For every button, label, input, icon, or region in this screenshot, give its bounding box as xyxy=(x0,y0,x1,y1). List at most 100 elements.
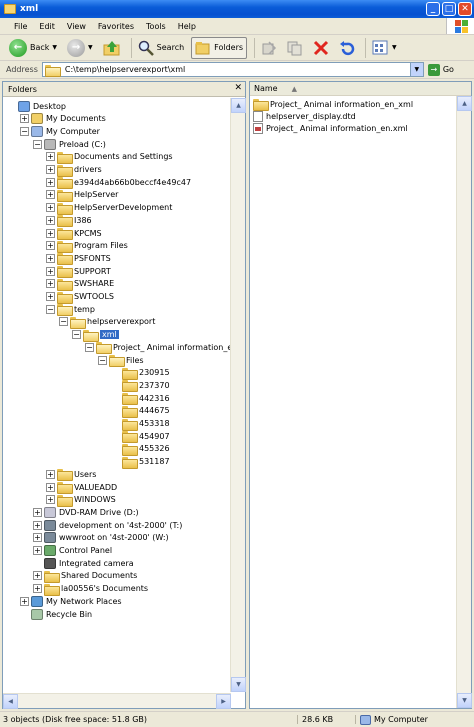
collapse-icon[interactable]: − xyxy=(59,317,68,327)
tree-item[interactable]: + wwwroot on '4st-2000' (W:) xyxy=(33,532,169,544)
minimize-button[interactable]: _ xyxy=(426,2,440,16)
tree-item[interactable]: + My Documents xyxy=(20,113,106,125)
expand-icon[interactable]: + xyxy=(33,571,42,581)
collapse-icon[interactable]: − xyxy=(33,139,42,149)
tree-item[interactable]: 442316 xyxy=(111,392,170,406)
expand-icon[interactable]: + xyxy=(20,114,29,124)
tree-item[interactable]: + DVD-RAM Drive (D:) xyxy=(33,506,139,518)
chevron-down-icon[interactable]: ▼ xyxy=(52,44,57,51)
tree-item[interactable]: + Control Panel xyxy=(33,545,112,557)
file-list-item[interactable]: Project_ Animal information_en_xml xyxy=(253,98,413,111)
expand-icon[interactable]: + xyxy=(33,533,42,543)
expand-icon[interactable]: + xyxy=(46,190,55,200)
tree-item[interactable]: + HelpServerDevelopment xyxy=(46,202,172,215)
move-to-button[interactable] xyxy=(258,37,280,59)
expand-icon[interactable]: + xyxy=(46,152,55,162)
collapse-icon[interactable]: − xyxy=(46,304,55,314)
expand-icon[interactable]: + xyxy=(46,469,55,479)
tree-item[interactable]: + HelpServer xyxy=(46,189,118,202)
tree-item[interactable]: 454907 xyxy=(111,430,170,444)
menu-edit[interactable]: Edit xyxy=(33,22,61,31)
forward-button[interactable]: → ▼ xyxy=(64,37,96,59)
tree-item[interactable]: + la00556's Documents xyxy=(33,583,148,596)
tree-item[interactable]: Desktop xyxy=(7,100,66,112)
tree-horizontal-scrollbar[interactable]: ◀ ▶ xyxy=(3,693,231,709)
address-field[interactable]: C:\temp\helpserverexport\xml ▼ xyxy=(41,62,424,77)
expand-icon[interactable]: + xyxy=(33,520,42,530)
folders-button[interactable]: Folders xyxy=(191,36,248,59)
tree-item[interactable]: Recycle Bin xyxy=(20,608,92,620)
menu-file[interactable]: File xyxy=(8,22,33,31)
chevron-down-icon[interactable]: ▼ xyxy=(88,44,93,51)
tree-item[interactable]: + Shared Documents xyxy=(33,570,137,583)
tree-item[interactable]: 237370 xyxy=(111,379,170,393)
tree-item[interactable]: + SUPPORT xyxy=(46,265,111,279)
expand-icon[interactable]: + xyxy=(46,279,55,289)
expand-icon[interactable]: + xyxy=(20,596,29,606)
expand-icon[interactable]: + xyxy=(33,546,42,555)
tree-item[interactable]: − temp xyxy=(46,303,95,317)
tree-item[interactable]: + Users xyxy=(46,468,96,482)
close-button[interactable]: ✕ xyxy=(458,2,472,16)
scroll-down-icon[interactable]: ▼ xyxy=(457,693,472,708)
go-button[interactable]: → Go xyxy=(427,63,454,76)
menu-help[interactable]: Help xyxy=(172,22,202,31)
copy-to-button[interactable] xyxy=(284,37,306,59)
tree-item[interactable]: − Files xyxy=(98,354,144,367)
scroll-right-icon[interactable]: ▶ xyxy=(216,694,231,709)
expand-icon[interactable]: + xyxy=(46,482,55,492)
delete-button[interactable] xyxy=(310,37,332,59)
expand-icon[interactable]: + xyxy=(46,203,55,213)
tree-item[interactable]: 230915 xyxy=(111,367,170,380)
back-button[interactable]: ← Back ▼ xyxy=(6,37,60,59)
tree-item[interactable]: − My Computer xyxy=(20,125,100,137)
menu-view[interactable]: View xyxy=(61,22,92,31)
tree-item[interactable]: 444675 xyxy=(111,405,170,418)
views-button[interactable]: ▼ xyxy=(369,37,400,59)
expand-icon[interactable]: + xyxy=(46,228,55,238)
tree-item[interactable]: Integrated camera xyxy=(33,557,134,569)
expand-icon[interactable]: + xyxy=(33,584,42,594)
chevron-down-icon[interactable]: ▼ xyxy=(392,44,397,51)
collapse-icon[interactable]: − xyxy=(20,126,29,136)
undo-button[interactable] xyxy=(336,37,358,59)
tree-item[interactable]: + My Network Places xyxy=(20,595,122,607)
tree-item[interactable]: 453318 xyxy=(111,418,170,431)
file-list-item[interactable]: Project_ Animal information_en.xml xyxy=(253,122,408,134)
collapse-icon[interactable]: − xyxy=(98,355,107,365)
tree-item[interactable]: − Preload (C:) xyxy=(33,138,106,150)
scroll-down-icon[interactable]: ▼ xyxy=(231,677,246,692)
tree-item[interactable]: 531187 xyxy=(111,456,170,469)
tree-item[interactable]: 455326 xyxy=(111,443,170,456)
scroll-up-icon[interactable]: ▲ xyxy=(231,98,246,113)
tree-item[interactable]: + KPCMS xyxy=(46,227,102,240)
expand-icon[interactable]: + xyxy=(46,292,55,301)
expand-icon[interactable]: + xyxy=(46,215,55,225)
expand-icon[interactable]: + xyxy=(46,165,55,174)
tree-item[interactable]: + I386 xyxy=(46,214,92,228)
tree-item[interactable]: + e394d4ab66b0beccf4e49c47 xyxy=(46,176,191,190)
tree-item[interactable]: + SWSHARE xyxy=(46,278,114,291)
tree-item[interactable]: + PSFONTS xyxy=(46,252,111,266)
expand-icon[interactable]: + xyxy=(46,253,55,263)
chevron-down-icon[interactable]: ▼ xyxy=(409,63,423,76)
menu-tools[interactable]: Tools xyxy=(140,22,172,31)
tree-item[interactable]: + SWTOOLS xyxy=(46,291,114,304)
tree-item[interactable]: + WINDOWS xyxy=(46,494,116,507)
expand-icon[interactable]: + xyxy=(33,507,42,517)
collapse-icon[interactable]: − xyxy=(85,342,94,352)
expand-icon[interactable]: + xyxy=(46,495,55,505)
search-button[interactable]: Search xyxy=(135,37,187,59)
tree-item[interactable]: + VALUEADD xyxy=(46,481,117,494)
tree-vertical-scrollbar[interactable]: ▲ ▼ xyxy=(230,98,246,692)
tree-item[interactable]: + drivers xyxy=(46,164,102,177)
name-column-header[interactable]: Name ▲ xyxy=(250,82,471,96)
expand-icon[interactable]: + xyxy=(46,177,55,187)
tree-item[interactable]: − Project_ Animal information_en_xml xyxy=(85,341,231,355)
expand-icon[interactable]: + xyxy=(46,241,55,251)
close-icon[interactable]: ✕ xyxy=(234,83,242,93)
collapse-icon[interactable]: − xyxy=(72,330,81,340)
expand-icon[interactable]: + xyxy=(46,266,55,276)
tree-item[interactable]: − helpserverexport xyxy=(59,316,155,329)
tree-item[interactable]: − xml xyxy=(72,329,119,342)
